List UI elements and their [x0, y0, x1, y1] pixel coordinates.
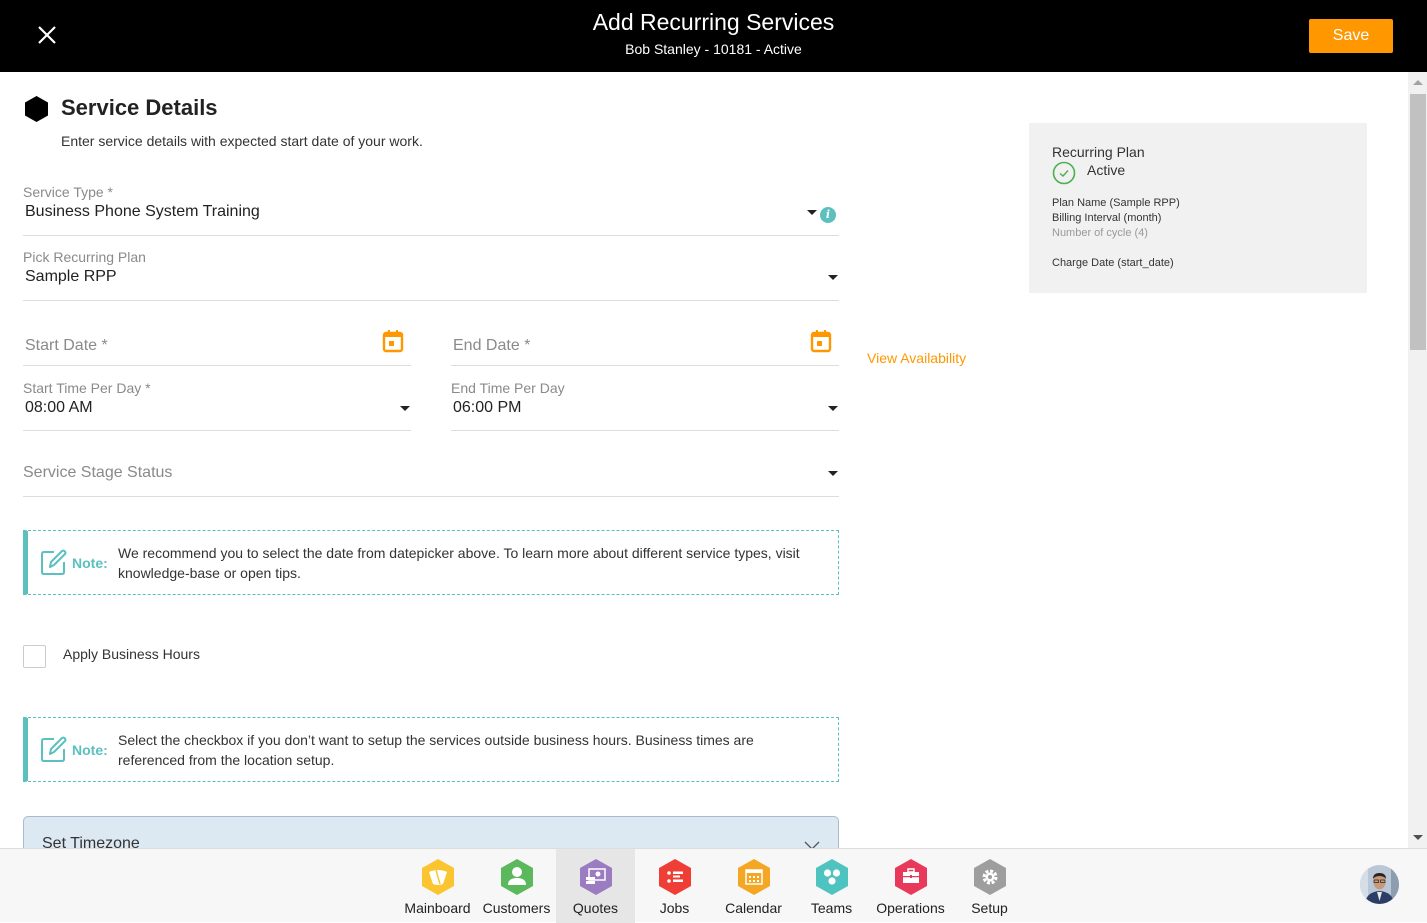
nav-item-jobs[interactable]: Jobs [635, 849, 714, 923]
note-label: Note: [72, 555, 108, 571]
scrollbar-thumb[interactable] [1410, 94, 1426, 350]
note-label: Note: [72, 742, 108, 758]
check-circle-icon [1052, 161, 1076, 185]
service-type-label: Service Type * [23, 184, 114, 200]
recurring-plan-label: Pick Recurring Plan [23, 249, 146, 265]
plan-name: Plan Name (Sample RPP) [1052, 197, 1180, 209]
chevron-down-icon [828, 406, 838, 411]
scroll-down-icon[interactable] [1413, 835, 1423, 840]
calendar-icon[interactable] [810, 329, 832, 353]
service-type-select[interactable]: Service Type * Business Phone System Tra… [23, 182, 839, 236]
vertical-scrollbar[interactable] [1408, 72, 1427, 848]
service-stage-placeholder: Service Stage Status [23, 464, 173, 481]
top-bar: Add Recurring Services Bob Stanley - 101… [0, 0, 1427, 72]
operations-icon [894, 859, 927, 895]
hexagon-icon [25, 96, 48, 122]
note-box: Note: Select the checkbox if you don’t w… [23, 717, 839, 782]
nav-item-teams[interactable]: Teams [792, 849, 871, 923]
start-time-label: Start Time Per Day * [23, 380, 151, 396]
nav-item-calendar[interactable]: Calendar [714, 849, 793, 923]
chevron-down-icon [807, 210, 817, 215]
mainboard-icon [421, 859, 454, 895]
end-time-value: 06:00 PM [453, 399, 522, 416]
nav-label: Operations [876, 900, 945, 916]
recurring-plan-summary: Recurring Plan Active Plan Name (Sample … [1029, 123, 1367, 293]
nav-label: Jobs [659, 900, 690, 916]
number-of-cycles: Number of cycle (4) [1052, 227, 1148, 239]
teams-icon [815, 859, 848, 895]
set-timezone-panel[interactable]: Set Timezone [23, 816, 839, 848]
calendar-icon [737, 859, 770, 895]
start-date-placeholder: Start Date * [25, 337, 108, 354]
main-content: Service Details Enter service details wi… [0, 72, 1408, 848]
info-icon[interactable]: i [820, 207, 836, 223]
nav-item-mainboard[interactable]: Mainboard [398, 849, 477, 923]
user-avatar[interactable] [1360, 865, 1399, 904]
end-time-select[interactable]: End Time Per Day 06:00 PM [451, 377, 839, 431]
start-time-select[interactable]: Start Time Per Day * 08:00 AM [23, 377, 411, 431]
nav-item-quotes[interactable]: Quotes [556, 849, 635, 923]
nav-label: Teams [810, 900, 853, 916]
edit-note-icon [41, 549, 67, 575]
nav-item-customers[interactable]: Customers [477, 849, 556, 923]
jobs-icon [658, 859, 691, 895]
setup-icon [973, 859, 1006, 895]
page-title: Add Recurring Services [592, 9, 835, 35]
nav-item-operations[interactable]: Operations [871, 849, 950, 923]
start-date-input[interactable]: Start Date * [23, 322, 411, 366]
recurring-plan-value: Sample RPP [25, 268, 117, 285]
plan-summary-title: Recurring Plan [1052, 144, 1145, 160]
nav-label: Quotes [572, 900, 619, 916]
start-time-value: 08:00 AM [25, 399, 93, 416]
set-timezone-label: Set Timezone [42, 835, 140, 848]
nav-label: Customers [482, 900, 551, 916]
nav-label: Calendar [725, 900, 782, 916]
end-time-label: End Time Per Day [451, 380, 565, 396]
scroll-up-icon[interactable] [1413, 80, 1423, 85]
plan-status: Active [1087, 162, 1126, 178]
chevron-down-icon [828, 471, 838, 476]
service-type-value: Business Phone System Training [25, 203, 260, 220]
note-text: We recommend you to select the date from… [118, 545, 800, 581]
quotes-icon [579, 859, 612, 895]
chevron-down-icon [804, 841, 820, 848]
edit-note-icon [41, 736, 67, 762]
note-box: Note: We recommend you to select the dat… [23, 530, 839, 595]
chevron-down-icon [400, 406, 410, 411]
view-availability-link[interactable]: View Availability [867, 350, 966, 366]
billing-interval: Billing Interval (month) [1052, 212, 1162, 224]
customer-subtitle: Bob Stanley - 10181 - Active [625, 41, 802, 57]
end-date-input[interactable]: End Date * [451, 322, 839, 366]
bottom-navigation: Mainboard Customers Quotes Jobs Calendar… [0, 848, 1427, 923]
customers-icon [500, 859, 533, 895]
service-stage-status-select[interactable]: Service Stage Status [23, 442, 839, 497]
note-text: Select the checkbox if you don’t want to… [118, 732, 754, 768]
recurring-plan-select[interactable]: Pick Recurring Plan Sample RPP [23, 247, 839, 301]
end-date-placeholder: End Date * [453, 337, 531, 354]
nav-item-setup[interactable]: Setup [950, 849, 1029, 923]
calendar-icon[interactable] [382, 329, 404, 353]
nav-label: Setup [971, 900, 1008, 916]
nav-label: Mainboard [404, 900, 471, 916]
apply-business-hours-checkbox[interactable] [23, 645, 46, 668]
save-button[interactable]: Save [1309, 19, 1393, 53]
charge-date: Charge Date (start_date) [1052, 257, 1174, 269]
section-title: Service Details [61, 95, 218, 120]
chevron-down-icon [828, 275, 838, 280]
section-description: Enter service details with expected star… [61, 133, 423, 149]
apply-business-hours-label[interactable]: Apply Business Hours [63, 646, 200, 662]
